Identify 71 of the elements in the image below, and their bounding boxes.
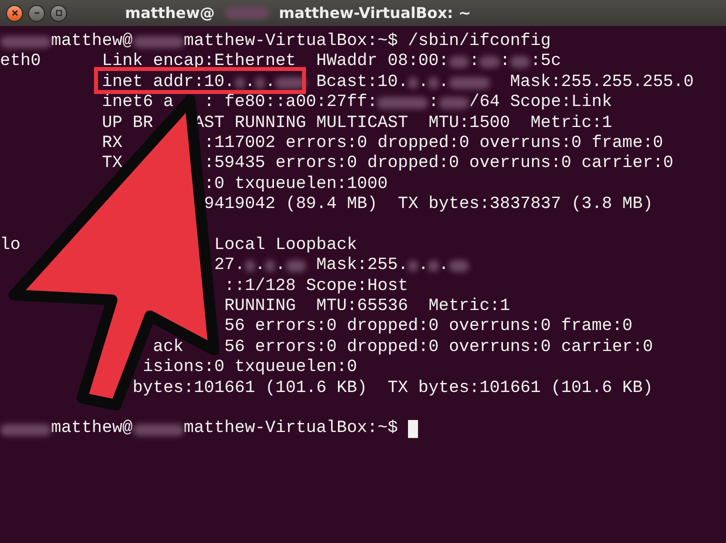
output-text: inet addr:10. [102, 72, 235, 94]
redaction-blur [244, 260, 256, 272]
redaction-blur [0, 36, 51, 48]
output-text: 27. [214, 256, 245, 277]
redaction-blur [448, 76, 490, 89]
window-title: matthew-VirtualBox: ~ [278, 4, 471, 22]
output-text: . [438, 256, 449, 277]
output-text: UP BR [102, 114, 154, 134]
minimize-button[interactable] [28, 4, 45, 22]
output-text: :0 txqueuelen:1000 [204, 174, 388, 196]
redaction-blur [255, 76, 266, 89]
close-button[interactable] [6, 4, 23, 22]
output-text: ::1/128 Scope:Host [224, 276, 408, 298]
redaction-blur [408, 76, 418, 89]
redaction-blur [438, 97, 470, 110]
redaction-blur [377, 97, 428, 110]
output-text: :117002 errors:0 dropped:0 overruns:0 frame:0 [204, 134, 664, 154]
output-text: : [428, 93, 439, 114]
prompt-text: matthew@ [51, 419, 133, 440]
output-text: bytes:101661 (101.6 KB) TX bytes:101661 (101.6 KB) [132, 378, 653, 400]
redaction-blur [448, 260, 470, 272]
redaction-blur [448, 56, 470, 68]
output-text: . [275, 256, 286, 277]
redaction-blur [132, 424, 184, 436]
output-text: . [255, 256, 266, 277]
output-text: Link encap:Ethernet [102, 52, 296, 73]
output-text: HWaddr 08:00: [316, 52, 449, 73]
output-text: TX [102, 154, 122, 175]
output-text: RUNNING MTU:65536 Metric:1 [224, 297, 510, 318]
maximize-button[interactable] [50, 4, 67, 22]
redaction-blur [132, 36, 184, 48]
redaction-blur [224, 7, 269, 19]
window-title: matthew@ [125, 4, 215, 22]
output-text: /64 Scope:Link [469, 93, 612, 114]
redaction-blur [479, 56, 500, 68]
prompt-text: matthew-VirtualBox:~$ [184, 419, 398, 440]
maximize-icon [54, 9, 62, 17]
output-text: lo [0, 236, 20, 256]
redaction-blur [234, 76, 245, 89]
output-text: . [418, 256, 428, 277]
output-text: Mask:255. [316, 256, 408, 277]
output-text: 56 errors:0 dropped:0 overruns:0 carrier:0 [224, 338, 653, 358]
redaction-blur [510, 56, 530, 68]
output-text: inet6 a [102, 93, 174, 114]
redaction-blur [428, 260, 439, 272]
output-text: 56 errors:0 dropped:0 overruns:0 frame:0 [224, 317, 632, 338]
output-text: . [265, 72, 276, 94]
output-text: 9419042 (89.4 MB) TX bytes:3837837 (3.8 MB) [204, 195, 653, 216]
output-text: ack [153, 338, 184, 358]
output-text: isions:0 txqueuelen:0 [142, 358, 358, 379]
output-text: RX [102, 134, 122, 154]
output-text: Local Loopback [214, 236, 358, 256]
output-text: . [438, 72, 449, 94]
redaction-blur [408, 260, 418, 272]
output-text: : [500, 52, 510, 73]
output-text: :59435 errors:0 dropped:0 overruns:0 carrier:0 [204, 154, 674, 175]
redaction-blur [428, 76, 439, 89]
output-text: : [469, 52, 480, 73]
close-icon [10, 9, 18, 17]
output-text: . [418, 72, 428, 94]
redaction-blur [265, 260, 276, 272]
prompt-text: matthew-VirtualBox:~$ /sbin/ifconfig [184, 32, 551, 52]
output-text: . [244, 72, 256, 94]
output-text: Mask:255.255.255.0 [510, 72, 694, 94]
output-text: eth0 [0, 52, 41, 73]
output-text: : fe80::a00:27ff: [204, 93, 378, 114]
output-text: Bcast:10. [316, 72, 408, 94]
redaction-blur [286, 260, 306, 272]
prompt-text: matthew@ [51, 32, 133, 52]
output-text: :5c [530, 52, 562, 73]
redaction-blur [0, 424, 51, 436]
